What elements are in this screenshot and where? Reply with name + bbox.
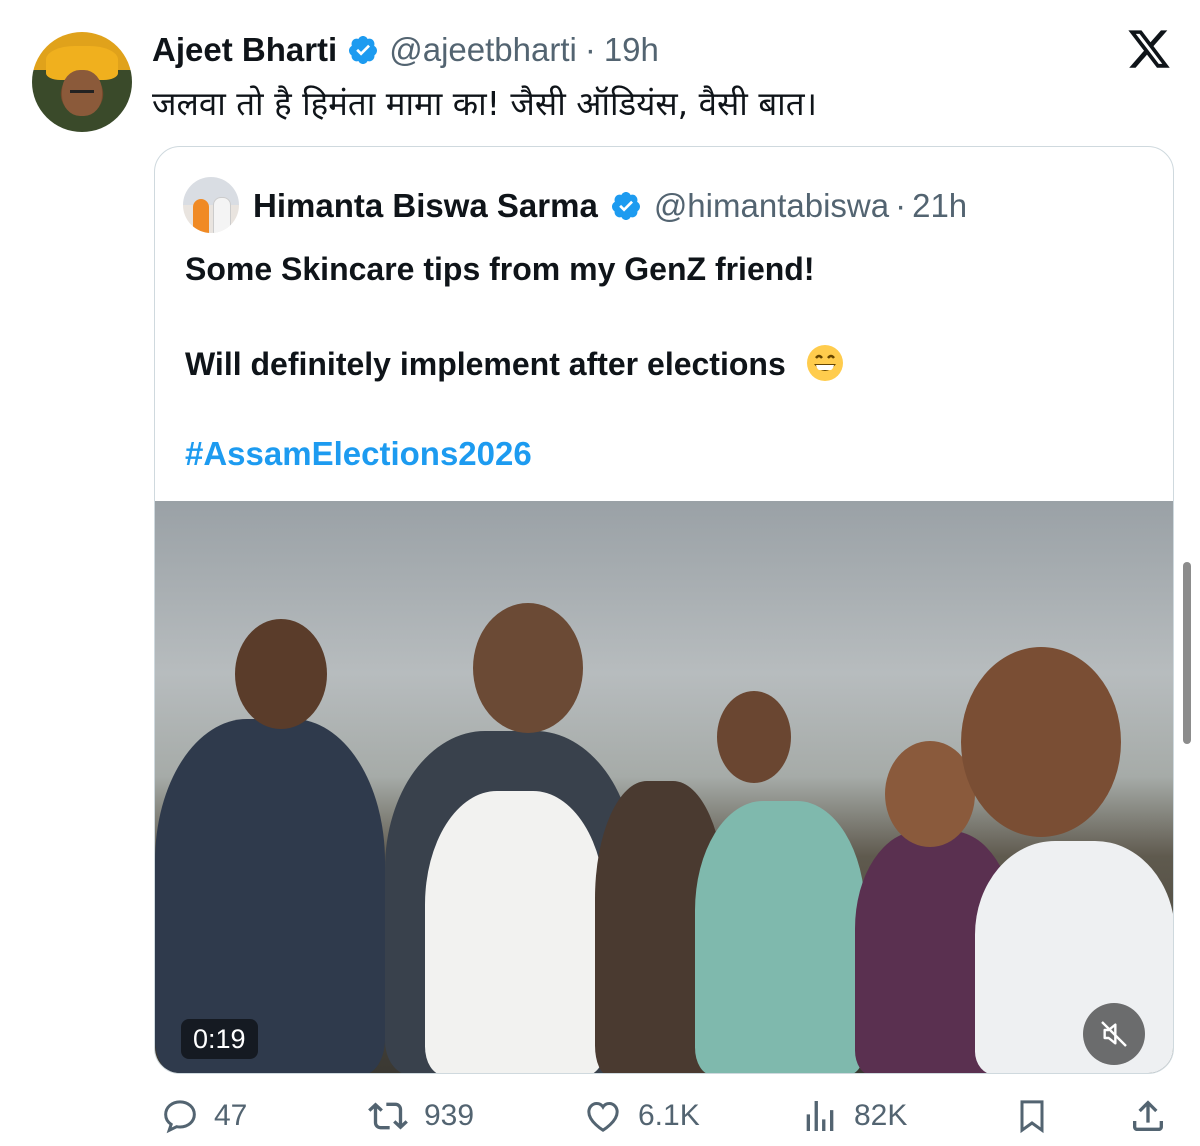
scrollbar[interactable] — [1183, 562, 1191, 744]
bookmark-icon — [1020, 1100, 1044, 1134]
video-crowd-shape — [425, 791, 605, 1073]
quoted-author-avatar[interactable] — [183, 177, 239, 233]
quoted-tweet-header: Himanta Biswa Sarma @himantabiswa · 21h — [253, 185, 967, 227]
quoted-author-handle[interactable]: @himantabiswa — [654, 187, 889, 225]
quoted-author-name[interactable]: Himanta Biswa Sarma — [253, 187, 598, 225]
grinning-emoji-icon — [806, 345, 843, 381]
separator-dot: · — [584, 31, 596, 68]
verified-badge-icon — [349, 36, 378, 64]
repost-count: 939 — [424, 1099, 475, 1132]
share-icon — [1133, 1100, 1163, 1131]
mute-button[interactable] — [1083, 1003, 1145, 1065]
quoted-tweet-card[interactable]: Himanta Biswa Sarma @himantabiswa · 21h … — [154, 146, 1174, 1074]
author-handle[interactable]: @ajeetbharti — [389, 31, 577, 69]
video-player[interactable]: 0:19 — [155, 501, 1173, 1073]
video-person-head — [717, 691, 791, 783]
like-count: 6.1K — [638, 1099, 700, 1132]
like-icon — [587, 1101, 619, 1132]
views-button[interactable]: 82K — [800, 1096, 907, 1136]
author-name[interactable]: Ajeet Bharti — [152, 31, 337, 69]
tweet-text: जलवा तो है हिमंता मामा का! जैसी ऑडियंस, … — [152, 84, 818, 123]
hashtag-link[interactable]: #AssamElections2026 — [185, 435, 532, 473]
avatar-figure-orange — [193, 199, 209, 233]
share-button[interactable] — [1128, 1096, 1168, 1136]
tweet-time[interactable]: 19h — [604, 31, 659, 69]
repost-icon — [368, 1102, 408, 1130]
views-count: 82K — [854, 1099, 908, 1132]
views-icon — [806, 1101, 834, 1131]
video-crowd-shape — [695, 801, 865, 1073]
repost-button[interactable]: 939 — [366, 1096, 474, 1136]
avatar-glasses — [70, 90, 94, 97]
avatar-figure-white — [213, 197, 231, 233]
quoted-text-line-1: Some Skincare tips from my GenZ friend! — [185, 251, 815, 287]
bookmark-button[interactable] — [1012, 1096, 1052, 1136]
mute-icon — [1101, 1021, 1127, 1047]
quoted-tweet-time[interactable]: 21h — [912, 187, 967, 225]
quoted-text-line-2: Will definitely implement after election… — [185, 343, 845, 383]
video-person-head — [961, 647, 1121, 837]
verified-badge-icon — [611, 192, 640, 220]
like-button[interactable]: 6.1K — [582, 1096, 700, 1136]
video-person-head — [473, 603, 583, 733]
video-timestamp: 0:19 — [181, 1019, 258, 1059]
x-logo-icon — [1128, 30, 1170, 68]
author-avatar[interactable] — [32, 32, 132, 132]
tweet-actions-bar: 47 939 6.1K 82K — [0, 1096, 1200, 1146]
separator-dot: · — [895, 187, 907, 224]
video-person-head — [235, 619, 327, 729]
reply-count: 47 — [214, 1099, 248, 1132]
reply-button[interactable]: 47 — [160, 1096, 247, 1136]
quoted-text-line-2-text: Will definitely implement after election… — [185, 346, 786, 382]
tweet-header: Ajeet Bharti @ajeetbharti · 19h — [152, 28, 659, 72]
reply-icon — [164, 1100, 196, 1134]
